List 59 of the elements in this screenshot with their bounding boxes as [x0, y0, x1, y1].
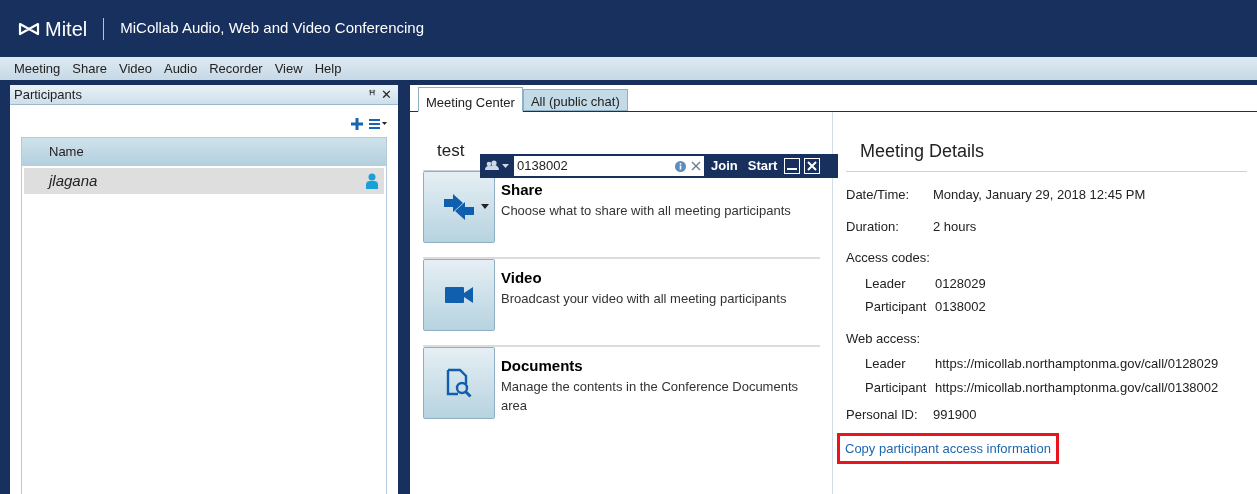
close-icon[interactable]: [804, 158, 821, 174]
arrows-icon: [442, 191, 476, 222]
detail-label: Participant: [865, 298, 928, 316]
detail-value: https://micollab.northamptonma.gov/call/0138002: [935, 378, 1219, 397]
info-icon: [675, 160, 686, 172]
join-button[interactable]: Join: [708, 156, 741, 176]
menu-item[interactable]: Recorder: [209, 58, 263, 79]
detail-label: Leader: [865, 274, 907, 293]
caret-icon: [481, 203, 489, 209]
window-title: MiCollab Audio, Web and Video Conferencing: [120, 18, 425, 39]
participant-row[interactable]: jlagana: [24, 168, 384, 194]
menu-item[interactable]: View: [274, 58, 303, 79]
section-label: Access codes:: [846, 249, 931, 267]
copy-info-link[interactable]: Copy participant access information: [840, 435, 1056, 461]
detail-value: 0138002: [935, 298, 986, 316]
person-icon: [366, 173, 378, 189]
camera-icon: [445, 285, 473, 304]
menu-item[interactable]: Meeting: [14, 58, 61, 79]
column-header: Name: [22, 138, 386, 166]
add-icon[interactable]: [350, 117, 364, 131]
clear-icon[interactable]: [691, 161, 701, 171]
menu-item[interactable]: Video: [118, 58, 152, 79]
document-search-icon: [445, 367, 473, 398]
action-title: Video: [501, 267, 543, 288]
detail-label: Date/Time:: [846, 186, 911, 204]
menu-item[interactable]: Help: [314, 58, 342, 79]
detail-label: Leader: [865, 355, 907, 373]
menu-item[interactable]: Share: [72, 58, 107, 79]
action-title: Share: [501, 179, 544, 200]
start-button[interactable]: Start: [744, 156, 781, 176]
code-field[interactable]: 0138002: [514, 156, 704, 176]
minimize-icon[interactable]: [784, 158, 801, 174]
panel-title: Participants: [14, 85, 83, 104]
action-description: Choose what to share with all meeting participants: [501, 202, 791, 220]
section-label: Web access:: [846, 329, 922, 348]
video-button[interactable]: [423, 258, 495, 331]
detail-value: Monday, January 29, 2018 12:45 PM: [933, 186, 1146, 204]
tab[interactable]: All (public chat): [522, 89, 628, 111]
detail-label: Duration:: [846, 217, 900, 236]
menu-icon[interactable]: [368, 118, 388, 130]
action-description: Manage the contents in the Conference Documents area: [501, 378, 799, 415]
menu-item[interactable]: Audio: [163, 58, 198, 79]
logo-icon: [18, 21, 40, 36]
detail-value: 2 hours: [933, 217, 977, 236]
share-button[interactable]: [423, 170, 495, 243]
detail-label: Participant: [865, 378, 928, 397]
brand-name: Mitel: [45, 16, 88, 42]
close-button[interactable]: ✕: [379, 84, 394, 105]
participant-name: jlagana: [49, 170, 99, 191]
documents-button[interactable]: [423, 346, 495, 419]
pin-button[interactable]: ꟸ: [365, 84, 379, 105]
detail-label: Personal ID:: [846, 406, 919, 424]
detail-value: https://micollab.northamptonma.gov/call/0128029: [935, 355, 1219, 373]
detail-value: 0128029: [935, 274, 986, 293]
detail-value: 991900: [933, 406, 977, 424]
tab[interactable]: Meeting Center: [418, 87, 523, 112]
action-title: Documents: [501, 355, 584, 376]
details-title: Meeting Details: [846, 112, 1247, 172]
action-description: Broadcast your video with all meeting participants: [501, 290, 787, 308]
